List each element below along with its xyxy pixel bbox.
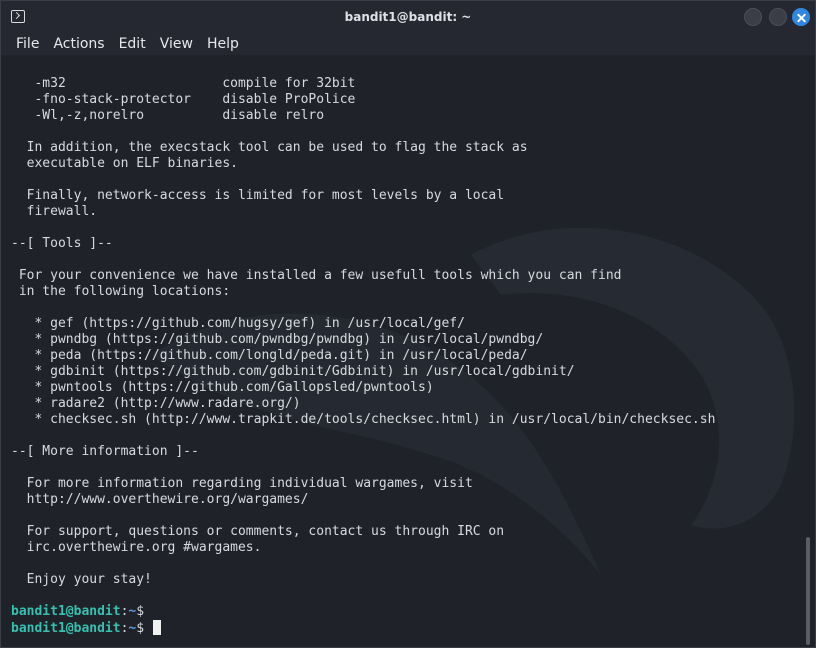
terminal-line: * checksec.sh (http://www.trapkit.de/too… bbox=[11, 412, 716, 427]
terminal-line: irc.overthewire.org #wargames. bbox=[11, 540, 262, 555]
prompt-line: bandit1@bandit:~$ bbox=[11, 620, 715, 636]
prompt-symbol: $ bbox=[136, 621, 145, 636]
terminal-text: -m32 compile for 32bit -fno-stack-protec… bbox=[11, 76, 715, 636]
terminal-line: * gef (https://github.com/hugsy/gef) in … bbox=[11, 316, 465, 331]
terminal-line: * peda (https://github.com/longld/peda.g… bbox=[11, 348, 528, 363]
prompt-symbol: $ bbox=[136, 604, 145, 619]
terminal-line: Finally, network-access is limited for m… bbox=[11, 188, 505, 203]
prompt-line: bandit1@bandit:~$ bbox=[11, 604, 715, 620]
terminal-line: * pwntools (https://github.com/Gallopsle… bbox=[11, 380, 434, 395]
menu-help[interactable]: Help bbox=[200, 34, 246, 54]
terminal-line: -fno-stack-protector disable ProPolice bbox=[11, 92, 356, 107]
terminal-line: http://www.overthewire.org/wargames/ bbox=[11, 492, 309, 507]
menu-actions[interactable]: Actions bbox=[46, 34, 111, 54]
terminal-line: In addition, the execstack tool can be u… bbox=[11, 140, 528, 155]
prompt-user: bandit1@bandit bbox=[11, 604, 121, 619]
scrollbar-thumb[interactable] bbox=[806, 537, 810, 645]
text-cursor bbox=[152, 620, 161, 635]
close-button[interactable] bbox=[792, 8, 810, 26]
terminal-line: executable on ELF binaries. bbox=[11, 156, 238, 171]
terminal-line: -Wl,-z,norelro disable relro bbox=[11, 108, 325, 123]
window-title: bandit1@bandit: ~ bbox=[344, 10, 472, 24]
prompt-user: bandit1@bandit bbox=[11, 621, 121, 636]
menu-view[interactable]: View bbox=[153, 34, 200, 54]
terminal-line: * gdbinit (https://github.com/gdbinit/Gd… bbox=[11, 364, 575, 379]
scrollbar[interactable] bbox=[801, 55, 815, 647]
terminal-line: For support, questions or comments, cont… bbox=[11, 524, 505, 539]
terminal-line: --[ Tools ]-- bbox=[11, 236, 113, 251]
terminal-output[interactable]: -m32 compile for 32bit -fno-stack-protec… bbox=[1, 55, 801, 647]
maximize-button[interactable] bbox=[769, 8, 787, 26]
menu-edit[interactable]: Edit bbox=[112, 34, 153, 54]
terminal-line: in the following locations: bbox=[11, 284, 231, 299]
minimize-button[interactable] bbox=[744, 8, 762, 26]
terminal-line: firewall. bbox=[11, 204, 98, 219]
terminal-window: bandit1@bandit: ~ File Actions Edit View… bbox=[0, 0, 816, 648]
terminal-line: --[ More information ]-- bbox=[11, 444, 199, 459]
terminal-line: Enjoy your stay! bbox=[11, 572, 152, 587]
terminal-icon bbox=[11, 10, 25, 23]
menu-file[interactable]: File bbox=[9, 34, 46, 54]
terminal-line: * pwndbg (https://github.com/pwndbg/pwnd… bbox=[11, 332, 544, 347]
terminal-line: For your convenience we have installed a… bbox=[11, 268, 622, 283]
title-bar: bandit1@bandit: ~ bbox=[1, 1, 815, 33]
menu-bar: File Actions Edit View Help bbox=[1, 33, 815, 55]
terminal-line: -m32 compile for 32bit bbox=[11, 76, 356, 91]
terminal-line: * radare2 (http://www.radare.org/) bbox=[11, 396, 301, 411]
terminal-line: For more information regarding individua… bbox=[11, 476, 473, 491]
